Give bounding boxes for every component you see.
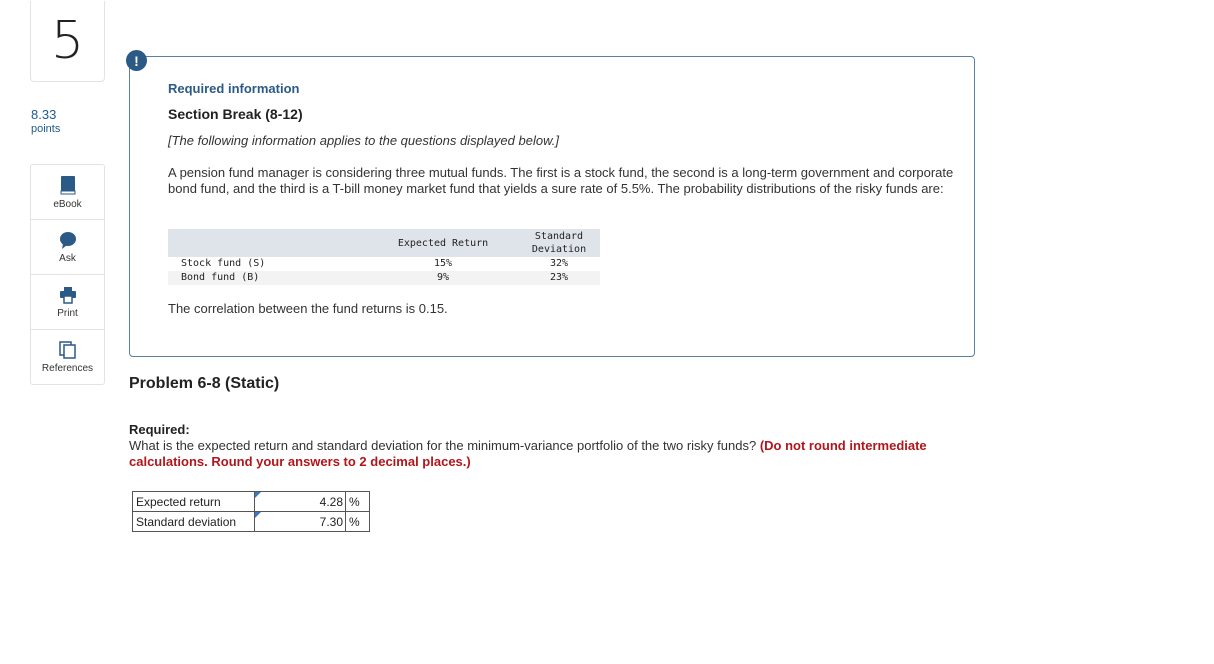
question-text: What is the expected return and standard… [129,438,760,453]
expected-return-input[interactable]: 4.28 [254,491,346,512]
expected-return-value: 4.28 [319,494,343,509]
applies-note: [The following information applies to th… [168,133,559,148]
fund-expected-return: 9% [368,271,518,285]
answer-unit: % [345,491,370,512]
tool-panel: eBook Ask Print References [30,164,105,385]
answer-row: Standard deviation 7.30 % [132,511,370,532]
points-value: 8.33 [31,107,57,122]
ebook-button[interactable]: eBook [31,165,104,220]
problem-title: Problem 6-8 (Static) [129,375,280,392]
table-header-blank [168,229,368,257]
standard-deviation-value: 7.30 [319,514,343,529]
section-break-title: Section Break (8-12) [168,106,303,122]
alert-icon: ! [126,50,147,71]
fund-name: Bond fund (B) [168,271,368,285]
question-number: 5 [30,1,105,82]
references-button[interactable]: References [31,330,104,384]
answer-table: Expected return 4.28 % Standard deviatio… [132,491,370,532]
points-label: points [31,123,61,135]
print-button[interactable]: Print [31,275,104,330]
ask-button[interactable]: Ask [31,220,104,275]
input-flag-icon [255,512,261,518]
problem-description: A pension fund manager is considering th… [168,165,954,196]
input-flag-icon [255,492,261,498]
table-row: Bond fund (B) 9% 23% [168,271,600,285]
fund-standard-deviation: 32% [549,258,569,269]
answer-unit: % [345,511,370,532]
book-icon [60,175,76,195]
fund-distribution-table: Expected Return Standard Deviation Stock… [168,229,600,285]
standard-deviation-input[interactable]: 7.30 [254,511,346,532]
answer-label: Expected return [132,491,255,512]
ask-label: Ask [59,252,76,264]
fund-name: Stock fund (S) [181,258,266,269]
printer-icon [59,286,77,304]
table-row: Stock fund (S) 15% 32% [168,257,600,271]
correlation-text: The correlation between the fund returns… [168,301,448,316]
required-label: Required: [129,422,190,437]
required-information-heading: Required information [168,81,300,96]
table-header-expected-return: Expected Return [368,229,518,257]
documents-icon [58,340,77,359]
references-label: References [41,362,94,374]
required-question: What is the expected return and standard… [129,438,929,470]
answer-row: Expected return 4.28 % [132,491,370,512]
print-label: Print [57,307,78,319]
table-header-standard-deviation: Standard Deviation [518,229,600,257]
fund-expected-return: 15% [433,258,453,269]
answer-label: Standard deviation [132,511,255,532]
fund-standard-deviation: 23% [518,271,600,285]
ebook-label: eBook [53,198,82,210]
speech-bubble-icon [59,231,77,249]
